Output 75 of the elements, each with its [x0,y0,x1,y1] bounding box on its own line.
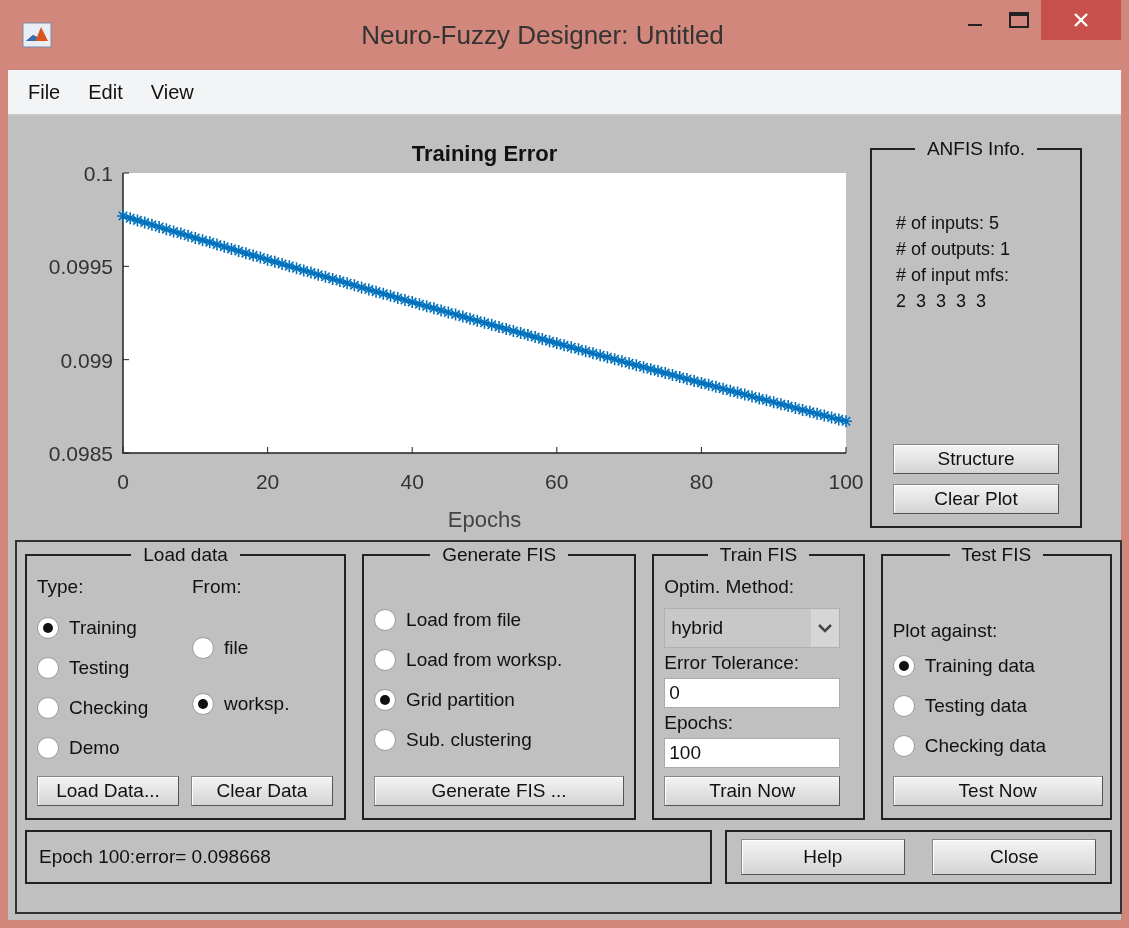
info-text: # of inputs: 5 [896,212,1001,235]
radio-label[interactable]: worksp. [224,693,290,715]
panel-title: Train FIS [718,544,799,566]
radio-label[interactable]: Demo [69,737,120,759]
type-label: Type: [37,576,85,598]
app-logo-icon [22,22,52,48]
test-now-button[interactable]: Test Now [892,776,1103,806]
panel-title: Load data [142,544,229,566]
menu-item[interactable]: File [18,80,79,104]
input-field[interactable]: 0 [664,678,841,708]
method-dropdown[interactable]: hybrid [664,608,841,648]
panel-title: ANFIS Info. [925,138,1027,160]
x-tick-label: 100 [828,470,864,493]
radio-button[interactable] [374,729,397,751]
field-label: Optim. Method: [664,576,796,598]
info-text: # of input mfs: [896,264,1011,287]
x-tick-label: 20 [255,470,280,493]
radio-button[interactable] [374,689,397,711]
y-tick-label: 0.0995 [48,255,113,279]
close-icon [1073,12,1089,28]
radio-label[interactable]: Training [69,617,137,639]
radio-button[interactable] [374,649,397,671]
info-text: # of outputs: 1 [896,238,1012,261]
panel-button[interactable]: Structure [893,444,1059,474]
panel-title: Generate FIS [441,544,558,566]
radio-label[interactable]: Sub. clustering [406,729,532,751]
info-text: 2 3 3 3 3 [896,290,988,313]
radio-button[interactable] [37,737,59,759]
minimize-icon [968,24,982,26]
x-tick-label: 40 [400,470,424,493]
radio-label[interactable]: Checking [69,697,149,719]
chevron-down-icon [811,609,840,647]
radio-button[interactable] [892,655,915,677]
radio-label[interactable]: Load from worksp. [406,649,563,671]
dialog-button[interactable]: Help [740,839,905,875]
radio-label[interactable]: Training data [924,655,1035,677]
window-title: Neuro-Fuzzy Designer: Untitled [360,19,725,51]
x-tick-label: 80 [689,470,714,493]
radio-label[interactable]: Grid partition [406,689,515,711]
panel-title: Test FIS [960,544,1033,566]
panel-button[interactable]: Clear Plot [893,484,1059,514]
train-now-button[interactable]: Train Now [664,776,841,806]
chart-title: Training Error [411,141,558,166]
panel-button[interactable]: Load Data... [37,776,179,806]
panel-button[interactable]: Clear Data [191,776,333,806]
radio-label[interactable]: file [224,637,249,659]
menu-item[interactable]: View [140,80,212,104]
x-tick-label: 0 [117,470,129,493]
radio-button[interactable] [37,617,59,639]
plot-against-label: Plot against: [892,620,999,642]
radio-label[interactable]: Testing data [924,695,1028,717]
radio-label[interactable]: Load from file [406,609,522,631]
y-tick-label: 0.099 [60,348,113,372]
x-axis-label: Epochs [447,507,522,532]
radio-button[interactable] [892,695,915,717]
status-text: Epoch 100:error= 0.098668 [39,846,271,868]
x-tick-label: 60 [545,470,569,493]
field-label: Error Tolerance: [664,652,801,674]
input-field[interactable]: 100 [664,738,841,768]
field-label: Epochs: [664,712,734,734]
y-tick-label: 0.0985 [48,442,113,465]
radio-button[interactable] [892,735,915,757]
maximize-icon [1009,12,1029,28]
radio-button[interactable] [192,637,214,659]
radio-button[interactable] [374,609,397,631]
radio-button[interactable] [192,693,214,715]
radio-button[interactable] [37,697,59,719]
menu-item[interactable]: Edit [78,80,141,104]
generate-fis-button[interactable]: Generate FIS ... [374,776,625,806]
y-tick-label: 0.1 [83,162,113,185]
from-label: From: [192,576,243,598]
radio-label[interactable]: Checking data [924,735,1047,757]
dialog-button[interactable]: Close [932,839,1097,875]
radio-button[interactable] [37,657,59,679]
radio-label[interactable]: Testing [69,657,130,679]
